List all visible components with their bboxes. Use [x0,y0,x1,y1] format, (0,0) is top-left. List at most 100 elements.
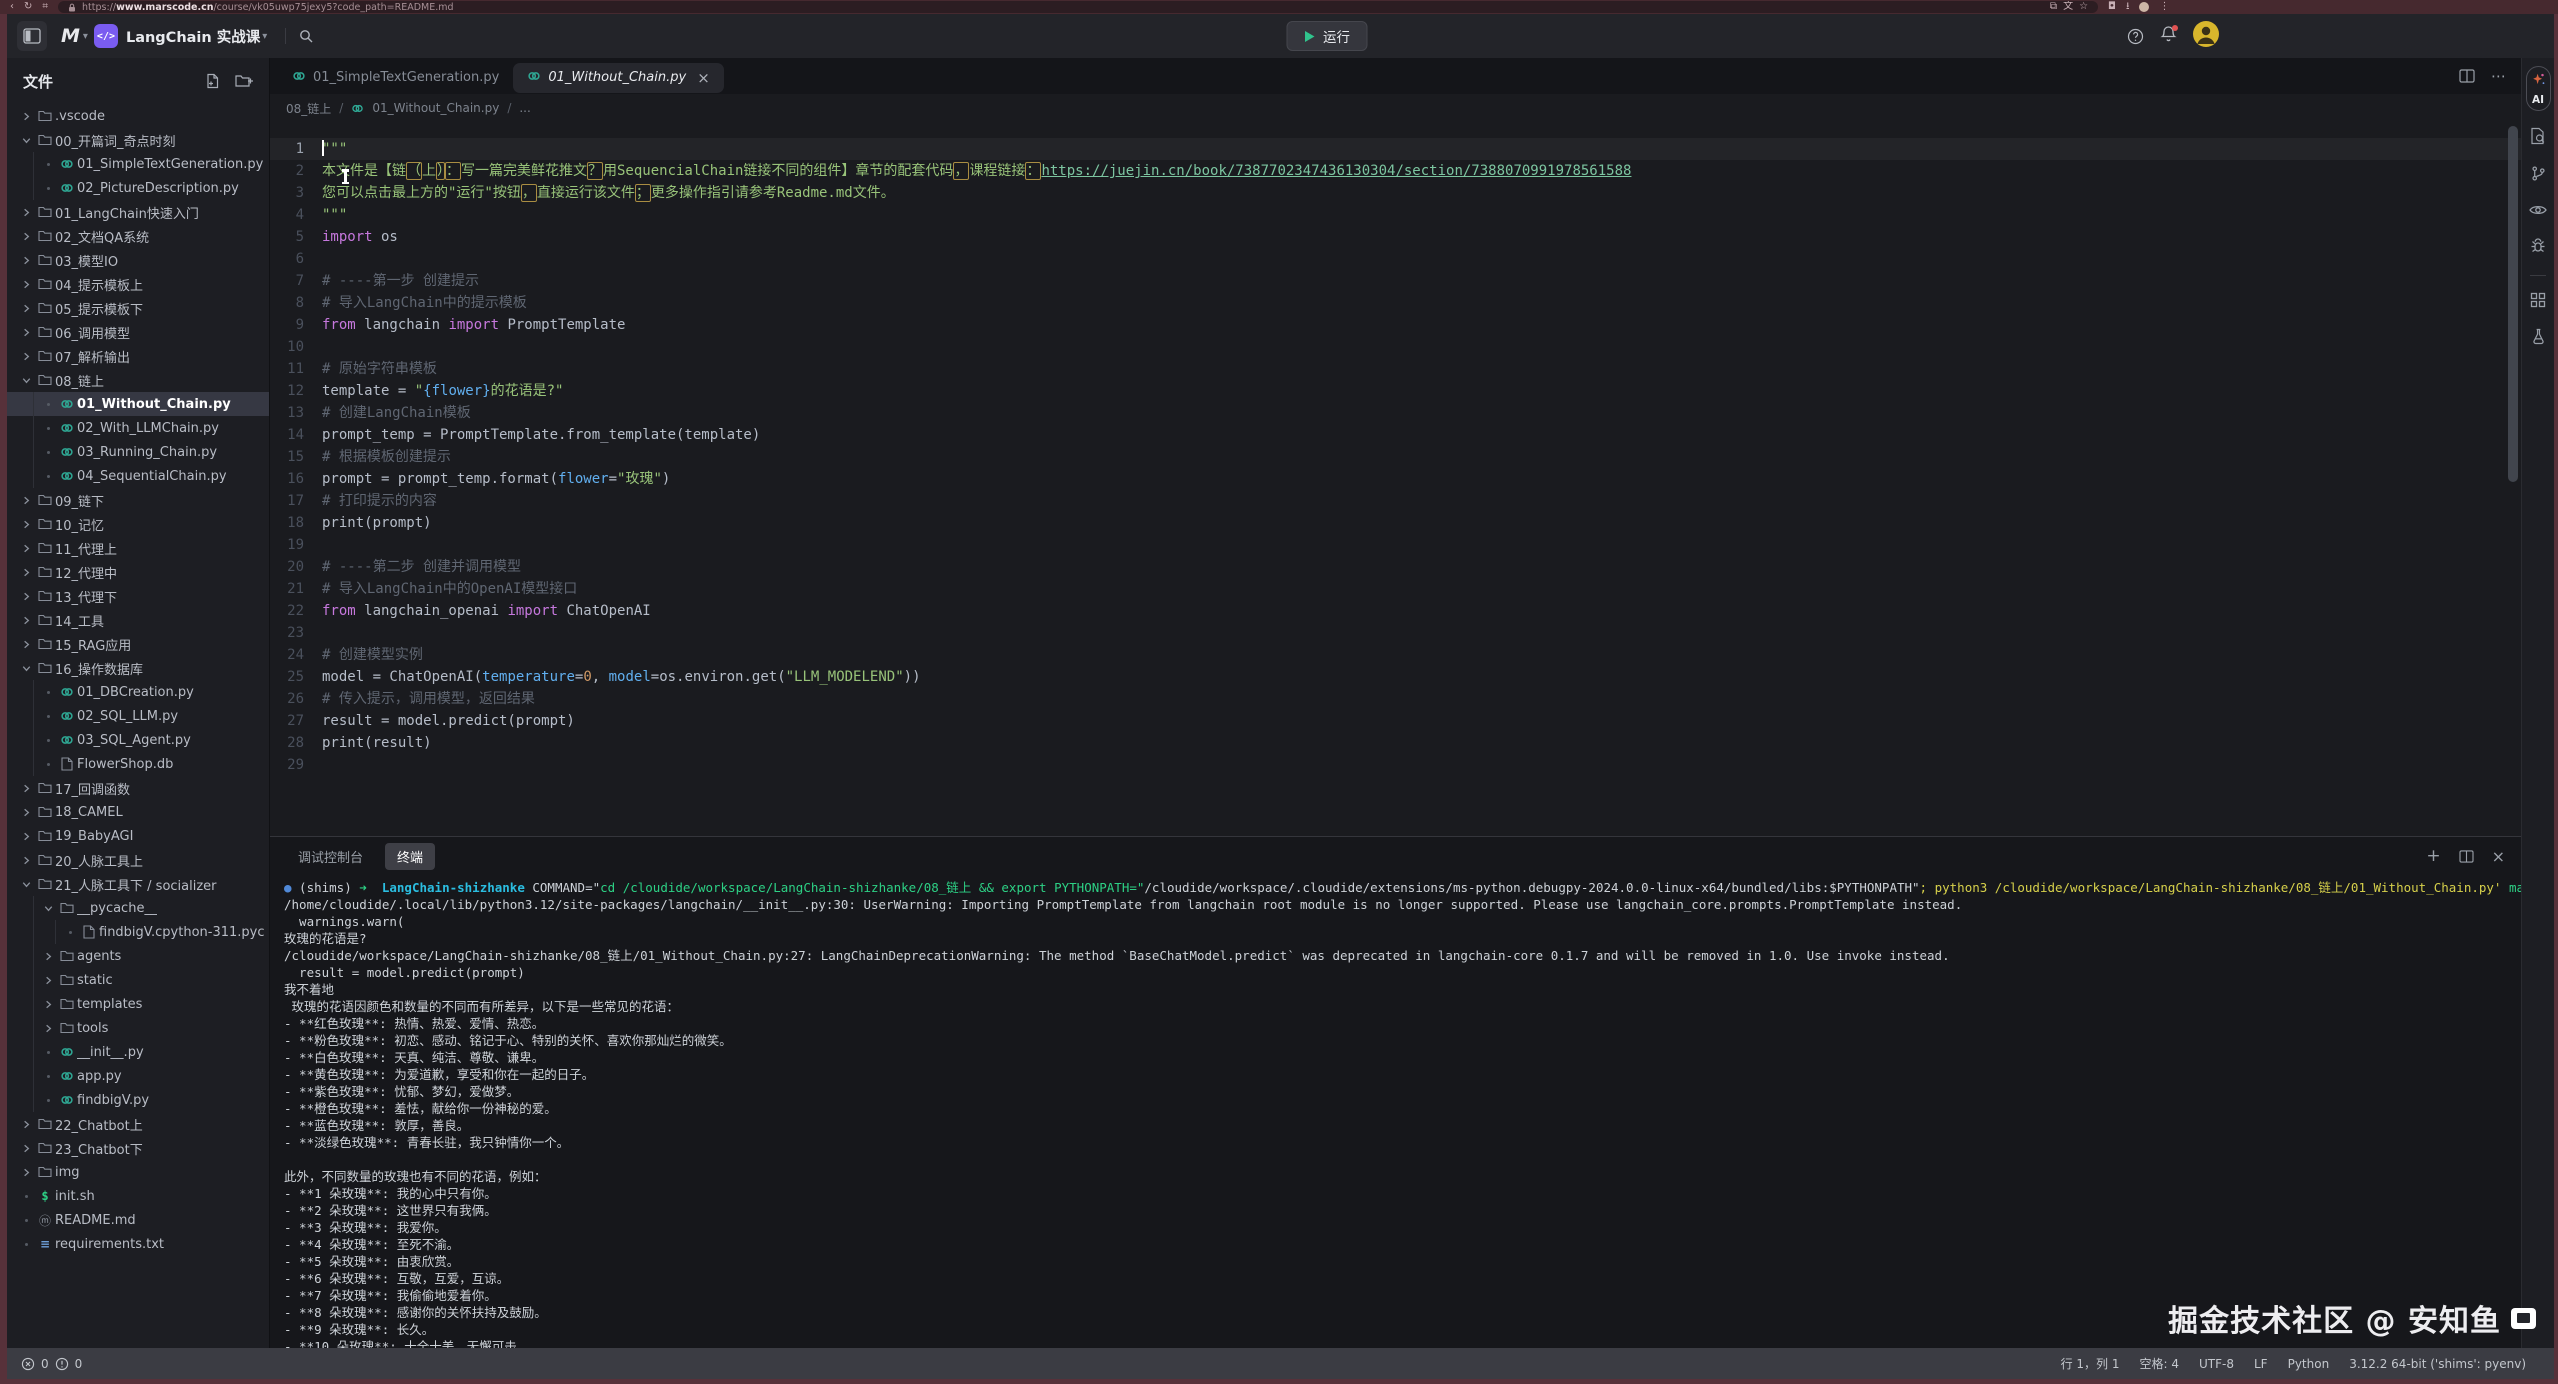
code-line[interactable]: 27result = model.predict(prompt) [270,710,2521,732]
project-title[interactable]: LangChain 实战课 [126,26,260,47]
terminal-output[interactable]: ● (shims) ➜ LangChain-shizhanke COMMAND=… [270,875,2521,1348]
editor-tab[interactable]: 01_SimpleTextGeneration.py [278,63,513,93]
download-icon[interactable]: ⭳ [2126,2,2130,12]
new-terminal-icon[interactable]: + [2426,848,2440,865]
tree-folder[interactable]: 09_链下 [7,488,269,512]
source-control-icon[interactable] [2530,165,2547,186]
toggle-sidebar-button[interactable] [17,21,47,51]
code-line[interactable]: 7# ----第一步 创建提示 [270,270,2521,292]
extension-shield-icon[interactable]: ◘ [2108,2,2116,12]
tree-folder[interactable]: __pycache__ [7,896,269,920]
code-line[interactable]: 26# 传入提示，调用模型，返回结果 [270,688,2521,710]
tree-file[interactable]: $init.sh [7,1184,269,1208]
tree-folder[interactable]: img [7,1160,269,1184]
browser-address-bar[interactable]: https://www.marscode.cn/course/vk05uwp75… [58,1,2098,13]
tree-folder[interactable]: 23_Chatbot下 [7,1136,269,1160]
tree-folder[interactable]: static [7,968,269,992]
tree-file[interactable]: __init__.py [7,1040,269,1064]
reader-mode-icon[interactable]: ⧉ [2050,2,2057,12]
tree-file[interactable]: app.py [7,1064,269,1088]
errors-icon[interactable] [21,1357,35,1371]
tree-folder[interactable]: 01_LangChain快速入门 [7,200,269,224]
browser-back-icon[interactable]: ‹ [10,2,14,12]
editor-scrollbar[interactable] [2508,126,2518,482]
tree-folder[interactable]: 07_解析输出 [7,344,269,368]
tree-file[interactable]: 02_With_LLMChain.py [7,416,269,440]
code-line[interactable]: 20# ----第二步 创建并调用模型 [270,556,2521,578]
code-line[interactable]: 3您可以点击最上方的"运行"按钮，直接运行该文件；更多操作指引请参考Readme… [270,182,2521,204]
more-actions-icon[interactable]: ⋯ [2491,67,2507,85]
status-item[interactable]: UTF-8 [2199,1357,2234,1371]
tree-file[interactable]: findbigV.py [7,1088,269,1112]
tree-folder[interactable]: 16_操作数据库 [7,656,269,680]
chevron-down-icon[interactable]: ▾ [83,31,88,42]
code-line[interactable]: 17# 打印提示的内容 [270,490,2521,512]
browser-apps-icon[interactable]: ⌗ [42,2,48,12]
breadcrumb[interactable]: 08_链上 / 01_Without_Chain.py / ... [270,94,2521,122]
new-folder-icon[interactable] [235,74,253,88]
code-line[interactable]: 10 [270,336,2521,358]
help-icon[interactable] [2127,28,2144,45]
status-item[interactable]: LF [2254,1357,2268,1371]
warnings-icon[interactable] [55,1357,69,1371]
preview-eye-icon[interactable] [2529,202,2547,221]
code-line[interactable]: 11# 原始字符串模板 [270,358,2521,380]
browser-menu-icon[interactable]: ⋮ [2159,2,2169,12]
tree-file[interactable]: 02_SQL_LLM.py [7,704,269,728]
code-line[interactable]: 4""" [270,204,2521,226]
marscode-logo[interactable]: M [61,25,79,47]
status-item[interactable]: 行 1，列 1 [2061,1355,2120,1372]
tree-folder[interactable]: templates [7,992,269,1016]
status-item[interactable]: 3.12.2 64-bit ('shims': pyenv) [2349,1357,2526,1371]
status-item[interactable]: Python [2288,1357,2330,1371]
code-line[interactable]: 15# 根据模板创建提示 [270,446,2521,468]
tree-file[interactable]: 03_SQL_Agent.py [7,728,269,752]
tree-folder[interactable]: 12_代理中 [7,560,269,584]
tree-file[interactable]: 02_PictureDescription.py [7,176,269,200]
run-button[interactable]: 运行 [1286,21,1367,51]
tree-file[interactable]: ⓜREADME.md [7,1208,269,1232]
code-line[interactable]: 8# 导入LangChain中的提示模板 [270,292,2521,314]
notifications-button[interactable] [2160,25,2177,47]
code-line[interactable]: 1""" [270,138,2521,160]
tree-folder[interactable]: 15_RAG应用 [7,632,269,656]
tree-folder[interactable]: 05_提示模板下 [7,296,269,320]
split-terminal-icon[interactable] [2459,850,2474,863]
tree-folder[interactable]: 22_Chatbot上 [7,1112,269,1136]
tree-folder[interactable]: 00_开篇词_奇点时刻 [7,128,269,152]
tree-folder[interactable]: 14_工具 [7,608,269,632]
tree-file[interactable]: 03_Running_Chain.py [7,440,269,464]
code-line[interactable]: 25model = ChatOpenAI(temperature=0, mode… [270,666,2521,688]
tree-folder[interactable]: 04_提示模板上 [7,272,269,296]
tree-file[interactable]: 01_DBCreation.py [7,680,269,704]
code-line[interactable]: 19 [270,534,2521,556]
tree-folder[interactable]: 19_BabyAGI [7,824,269,848]
code-editor[interactable]: 1"""2本文件是【链（上）：写一篇完美鲜花推文？用SequencialChai… [270,122,2521,836]
code-line[interactable]: 12template = "{flower}的花语是?" [270,380,2521,402]
code-line[interactable]: 21# 导入LangChain中的OpenAI模型接口 [270,578,2521,600]
debug-bug-icon[interactable] [2530,237,2546,259]
tree-file[interactable]: findbigV.cpython-311.pyc [7,920,269,944]
tab-debug-console[interactable]: 调试控制台 [286,843,375,870]
code-line[interactable]: 6 [270,248,2521,270]
close-icon[interactable]: × [697,69,710,87]
new-file-icon[interactable] [205,73,221,89]
chevron-down-icon[interactable]: ▾ [262,31,267,42]
warnings-count[interactable]: 0 [75,1357,83,1371]
tree-folder[interactable]: agents [7,944,269,968]
code-line[interactable]: 5import os [270,226,2521,248]
code-line[interactable]: 9from langchain import PromptTemplate [270,314,2521,336]
code-line[interactable]: 22from langchain_openai import ChatOpenA… [270,600,2521,622]
search-icon[interactable] [298,28,314,44]
breadcrumb-file[interactable]: 01_Without_Chain.py [372,101,499,115]
user-avatar[interactable] [2193,21,2219,51]
code-line[interactable]: 13# 创建LangChain模板 [270,402,2521,424]
tree-folder[interactable]: .vscode [7,104,269,128]
tree-folder[interactable]: 18_CAMEL [7,800,269,824]
tree-file[interactable]: 01_Without_Chain.py [7,392,269,416]
tree-folder[interactable]: 02_文档QA系统 [7,224,269,248]
editor-tab[interactable]: 01_Without_Chain.py× [513,63,723,93]
file-search-icon[interactable] [2530,127,2546,149]
code-line[interactable]: 24# 创建模型实例 [270,644,2521,666]
tree-folder[interactable]: 17_回调函数 [7,776,269,800]
